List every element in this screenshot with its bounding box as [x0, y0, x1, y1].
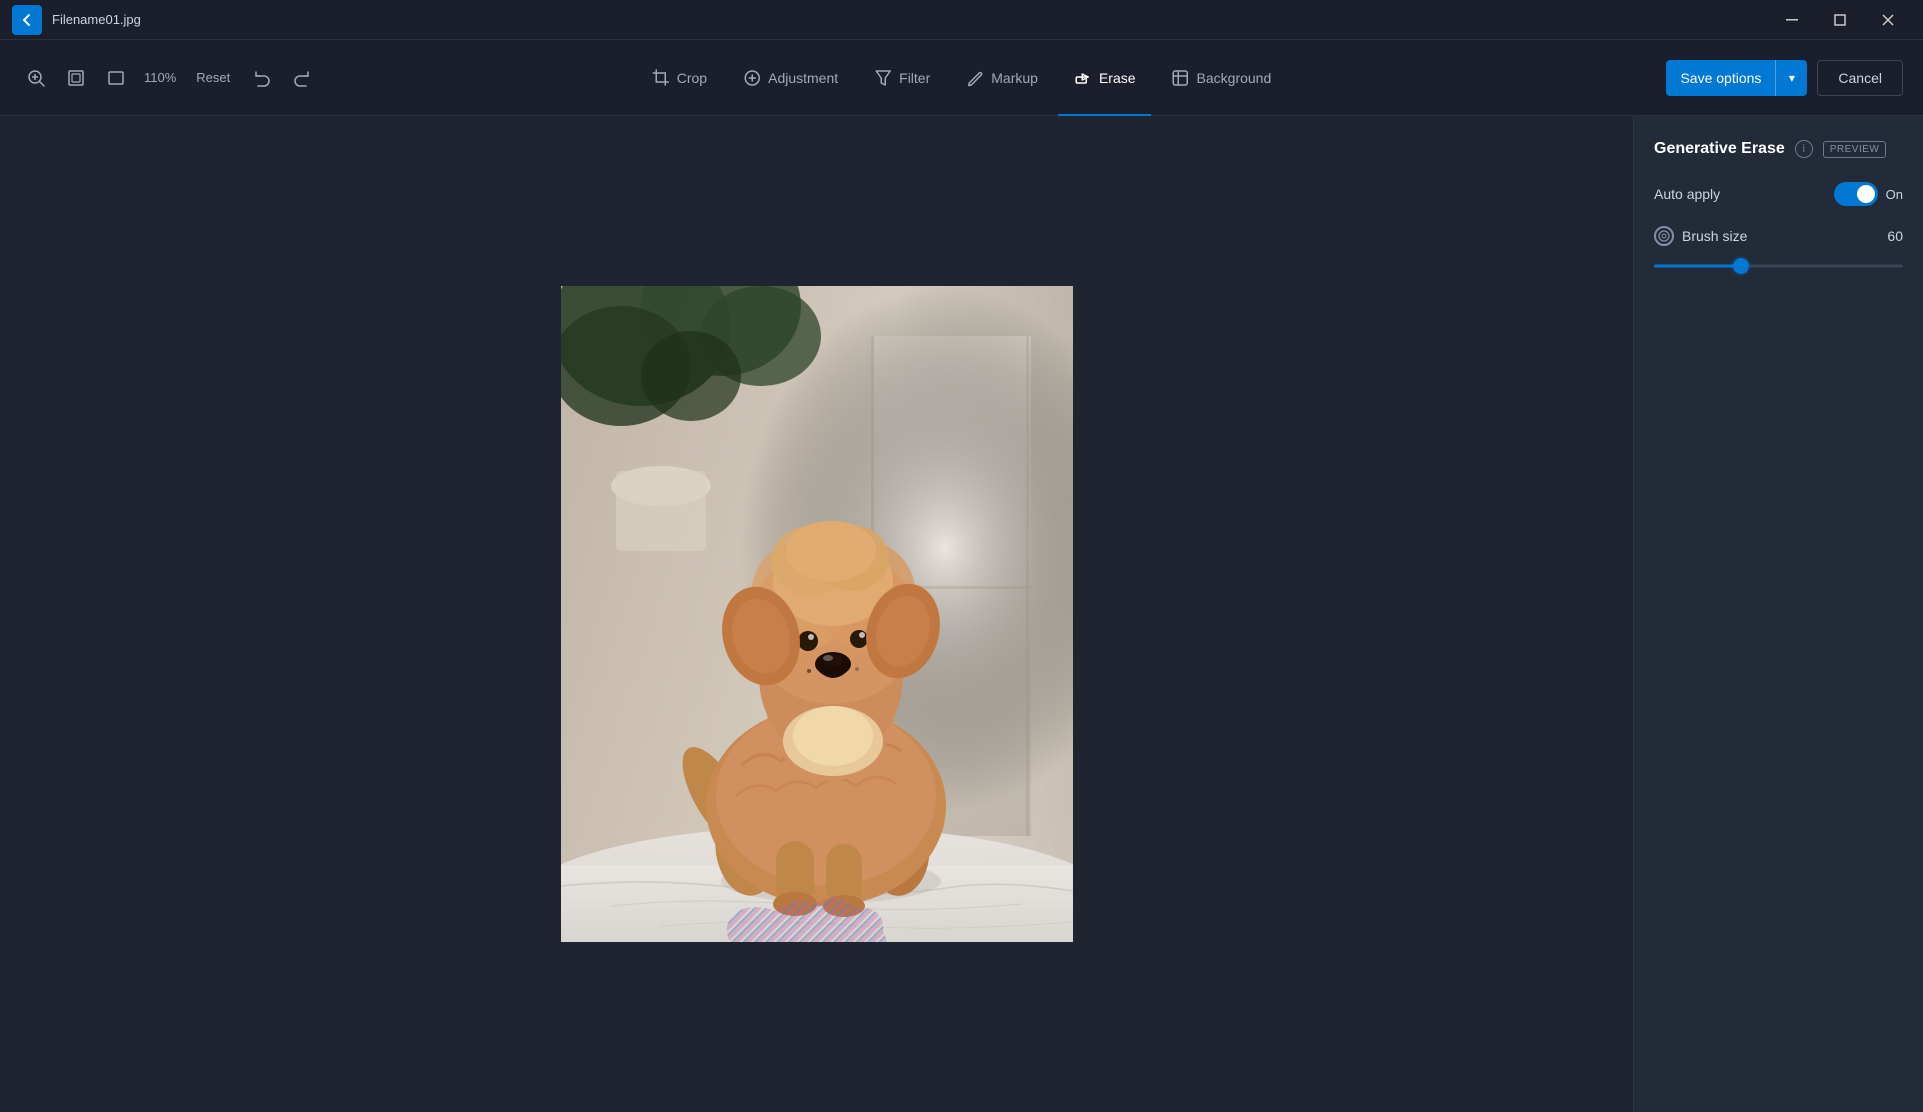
titlebar-left: Filename01.jpg [12, 5, 141, 35]
zoom-in-button[interactable] [20, 62, 52, 94]
brush-size-value: 60 [1887, 228, 1903, 244]
toolbar-right: Save options ▾ Cancel [1666, 60, 1903, 96]
panel-title: Generative Erase [1654, 140, 1785, 158]
aspect-ratio-button[interactable] [100, 62, 132, 94]
adjustment-icon [743, 69, 761, 87]
tab-crop[interactable]: Crop [636, 40, 723, 116]
reset-button[interactable]: Reset [188, 66, 238, 89]
right-panel: Generative Erase i PREVIEW Auto apply On [1633, 116, 1923, 1112]
tab-background-label: Background [1197, 70, 1272, 86]
minimize-button[interactable] [1769, 4, 1815, 36]
tab-erase[interactable]: Erase [1058, 40, 1152, 116]
titlebar: Filename01.jpg [0, 0, 1923, 40]
nav-tabs: Crop Adjustment Filter Markup [636, 40, 1288, 116]
back-button[interactable] [12, 5, 42, 35]
toolbar: 110% Reset Crop [0, 40, 1923, 116]
canvas-area[interactable] [0, 116, 1633, 1112]
brush-size-slider[interactable] [1654, 256, 1903, 276]
fit-view-button[interactable] [60, 62, 92, 94]
tab-adjustment[interactable]: Adjustment [727, 40, 854, 116]
brush-size-left: Brush size [1654, 226, 1747, 246]
tab-adjustment-label: Adjustment [768, 70, 838, 86]
maximize-button[interactable] [1817, 4, 1863, 36]
brush-size-label: Brush size [1682, 228, 1747, 244]
tab-markup-label: Markup [991, 70, 1038, 86]
cancel-button[interactable]: Cancel [1817, 60, 1903, 96]
undo-button[interactable] [246, 62, 278, 94]
toolbar-left: 110% Reset [20, 62, 318, 94]
window-controls [1769, 4, 1911, 36]
brush-circle-icon [1658, 230, 1670, 242]
redo-button[interactable] [286, 62, 318, 94]
crop-icon [652, 69, 670, 87]
preview-badge[interactable]: PREVIEW [1823, 141, 1887, 158]
slider-fill [1654, 265, 1741, 268]
close-button[interactable] [1865, 4, 1911, 36]
tab-markup[interactable]: Markup [950, 40, 1054, 116]
brush-icon [1654, 226, 1674, 246]
image-container [561, 286, 1073, 942]
auto-apply-toggle-group: On [1834, 182, 1903, 206]
tab-filter[interactable]: Filter [858, 40, 946, 116]
info-symbol: i [1803, 143, 1805, 155]
markup-icon [966, 69, 984, 87]
auto-apply-label: Auto apply [1654, 186, 1720, 202]
background-icon [1172, 69, 1190, 87]
tab-background[interactable]: Background [1156, 40, 1288, 116]
zoom-level-label: 110% [140, 70, 180, 85]
toggle-thumb [1857, 185, 1875, 203]
tab-erase-label: Erase [1099, 70, 1136, 86]
info-icon[interactable]: i [1795, 140, 1813, 158]
tab-filter-label: Filter [899, 70, 930, 86]
save-options-dropdown-arrow[interactable]: ▾ [1775, 60, 1807, 96]
photo-canvas[interactable] [561, 286, 1073, 942]
auto-apply-row: Auto apply On [1654, 182, 1903, 206]
auto-apply-state-label: On [1886, 187, 1903, 202]
save-options-label: Save options [1666, 60, 1775, 96]
brush-size-row: Brush size 60 [1654, 226, 1903, 246]
slider-track [1654, 265, 1903, 268]
filename-label: Filename01.jpg [52, 12, 141, 27]
auto-apply-toggle[interactable] [1834, 182, 1878, 206]
back-icon [19, 12, 35, 28]
panel-header: Generative Erase i PREVIEW [1654, 140, 1903, 158]
tab-crop-label: Crop [677, 70, 707, 86]
filter-icon [874, 69, 892, 87]
save-options-button[interactable]: Save options ▾ [1666, 60, 1807, 96]
slider-thumb[interactable] [1733, 258, 1749, 274]
main-area: Generative Erase i PREVIEW Auto apply On [0, 116, 1923, 1112]
erase-icon [1074, 69, 1092, 87]
